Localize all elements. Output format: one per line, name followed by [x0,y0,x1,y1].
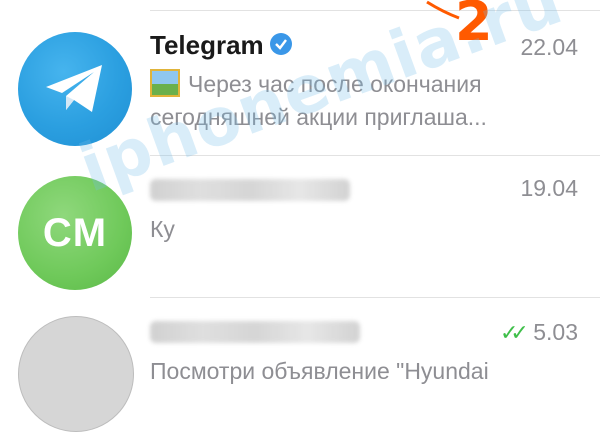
contact-avatar: CM [18,176,132,290]
chat-preview: Ку [150,216,175,242]
chat-list: Telegram 22.04 Через час после окончания… [0,0,600,432]
chat-preview: Посмотри объявление "Hyundai [150,358,489,384]
chat-name-blurred [150,177,350,208]
chat-preview: Через час после окончания сегодняшней ак… [150,69,487,130]
telegram-avatar [18,32,132,146]
chat-date: 22.04 [520,34,578,60]
chat-name-blurred [150,319,360,350]
chat-name: Telegram [150,30,292,61]
image-thumbnail-icon [150,69,180,97]
verified-badge-icon [269,33,292,56]
contact-avatar [18,316,134,432]
double-check-icon: ✓✓ [499,320,529,345]
annotation-number: 2 [455,0,493,53]
paper-plane-icon [46,65,102,112]
chat-date: ✓✓ 5.03 [499,319,578,345]
chat-date: 19.04 [520,175,578,201]
chat-row-telegram[interactable]: Telegram 22.04 Через час после окончания… [0,0,600,155]
avatar-initials: CM [42,210,108,255]
